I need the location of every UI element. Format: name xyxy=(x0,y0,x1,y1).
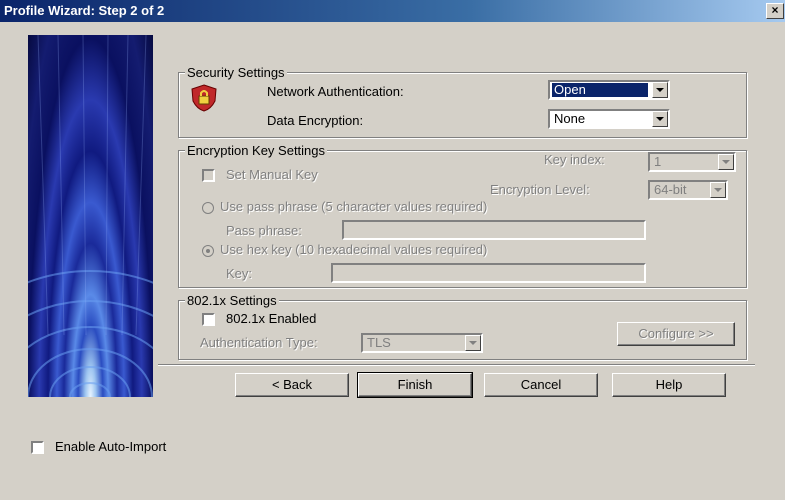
key-index-select[interactable]: 1 xyxy=(648,152,736,172)
authentication-type-select[interactable]: TLS xyxy=(361,333,483,353)
pass-phrase-input[interactable] xyxy=(342,220,646,240)
finish-button[interactable]: Finish xyxy=(357,372,473,398)
help-button[interactable]: Help xyxy=(612,373,726,397)
enable-auto-import-checkbox[interactable] xyxy=(31,441,44,454)
hex-key-option-label: Use hex key (10 hexadecimal values requi… xyxy=(220,242,488,257)
authentication-type-value: TLS xyxy=(367,335,391,350)
security-settings-legend: Security Settings xyxy=(185,65,287,80)
pass-phrase-radio[interactable] xyxy=(202,202,214,214)
window-title: Profile Wizard: Step 2 of 2 xyxy=(4,3,165,18)
encryption-level-value: 64-bit xyxy=(654,182,687,197)
key-index-value: 1 xyxy=(654,154,662,169)
chevron-down-icon[interactable] xyxy=(652,82,668,98)
configure-button[interactable]: Configure >> xyxy=(617,322,735,346)
button-separator xyxy=(158,364,755,366)
key-label: Key: xyxy=(226,266,253,281)
chevron-down-icon[interactable] xyxy=(652,111,668,127)
set-manual-key-checkbox[interactable] xyxy=(202,169,215,182)
encryption-level-select[interactable]: 64-bit xyxy=(648,180,728,200)
cancel-button[interactable]: Cancel xyxy=(484,373,598,397)
data-encryption-label: Data Encryption: xyxy=(267,113,364,128)
back-button[interactable]: < Back xyxy=(235,373,349,397)
dot1x-settings-legend: 802.1x Settings xyxy=(185,293,279,308)
hex-key-radio[interactable] xyxy=(202,245,214,257)
data-encryption-value: None xyxy=(554,111,586,126)
pass-phrase-option-label: Use pass phrase (5 character values requ… xyxy=(220,199,488,214)
dot1x-enabled-checkbox[interactable] xyxy=(202,313,215,326)
chevron-down-icon[interactable] xyxy=(718,154,734,170)
encryption-key-settings-legend: Encryption Key Settings xyxy=(185,143,328,158)
close-button[interactable]: × xyxy=(766,3,784,19)
network-authentication-label: Network Authentication: xyxy=(267,84,404,99)
authentication-type-label: Authentication Type: xyxy=(200,335,318,350)
network-authentication-value: Open xyxy=(552,83,648,97)
enable-auto-import-label: Enable Auto-Import xyxy=(55,439,167,454)
close-icon: × xyxy=(771,3,779,17)
chevron-down-icon[interactable] xyxy=(710,182,726,198)
dot1x-enabled-label: 802.1x Enabled xyxy=(226,311,317,326)
key-input[interactable] xyxy=(331,263,646,283)
network-authentication-select[interactable]: Open xyxy=(548,80,670,100)
set-manual-key-label: Set Manual Key xyxy=(226,167,318,182)
chevron-down-icon[interactable] xyxy=(465,335,481,351)
encryption-level-label: Encryption Level: xyxy=(490,182,590,197)
wizard-banner-image xyxy=(28,35,153,397)
data-encryption-select[interactable]: None xyxy=(548,109,670,129)
key-index-label: Key index: xyxy=(544,152,605,167)
pass-phrase-label: Pass phrase: xyxy=(226,223,302,238)
security-shield-lock-icon xyxy=(191,84,217,115)
title-bar: Profile Wizard: Step 2 of 2 × xyxy=(0,0,785,22)
